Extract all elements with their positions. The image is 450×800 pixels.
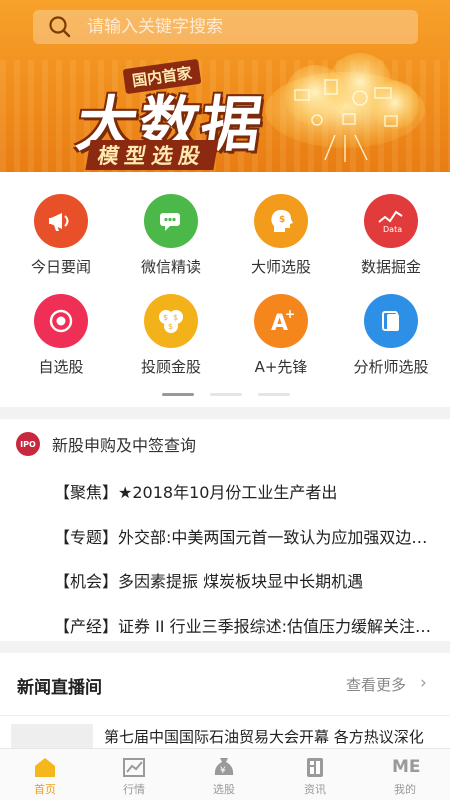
me-icon: ME <box>392 757 421 777</box>
tab-mine[interactable]: ME 我的 <box>375 755 435 797</box>
tab-label: 选股 <box>213 783 235 796</box>
tab-label: 我的 <box>394 783 416 796</box>
live-news-title: 新闻直播间 <box>17 678 102 698</box>
tab-label: 资讯 <box>304 783 326 796</box>
data-chart-icon: Data <box>364 194 418 248</box>
pager-dot[interactable] <box>210 393 242 396</box>
feature-label: 大师选股 <box>250 258 311 276</box>
search-bar[interactable] <box>33 10 418 44</box>
ipo-query-entry[interactable]: IPO 新股申购及中签查询 <box>16 432 196 456</box>
view-more-link[interactable]: 查看更多 <box>346 674 406 695</box>
search-icon <box>49 16 71 38</box>
news-item[interactable]: 【专题】外交部:中美两国元首一致认为应加强双边关系的讨论 <box>54 524 434 548</box>
separator <box>0 715 450 716</box>
live-news-headline[interactable]: 第七届中国国际石油贸易大会开幕 各方热议深化 <box>104 726 444 747</box>
tab-news[interactable]: 资讯 <box>285 755 345 797</box>
feature-a-plus-pioneer[interactable]: A + A+先锋 <box>226 294 336 377</box>
tab-home[interactable]: 首页 <box>15 755 75 797</box>
eye-icon <box>34 294 88 348</box>
ipo-title: 新股申购及中签查询 <box>52 436 197 455</box>
yen-bag-icon: ¥ <box>214 758 234 776</box>
tab-label: 行情 <box>123 783 145 796</box>
svg-text:$: $ <box>173 313 178 322</box>
promo-subtitle: 模型选股 <box>85 140 219 170</box>
svg-text:+: + <box>285 307 295 321</box>
pager-dot[interactable] <box>162 393 194 396</box>
tab-stock-picking[interactable]: ¥ 选股 <box>194 755 254 797</box>
trend-icon <box>123 758 145 777</box>
feature-label: 自选股 <box>38 358 84 376</box>
feature-analyst-picks[interactable]: 分析师选股 <box>336 294 446 377</box>
coins-icon: $ $ $ <box>144 294 198 348</box>
feature-watchlist[interactable]: 自选股 <box>6 294 116 377</box>
feature-advisor-stocks[interactable]: $ $ $ 投顾金股 <box>116 294 226 377</box>
home-icon <box>35 758 55 777</box>
feature-label: 微信精读 <box>140 258 201 276</box>
svg-text:$: $ <box>168 322 173 331</box>
feature-grid: 今日要闻 微信精读 $ 大师选股 Data 数据掘金 自选股 $ $ $ 投顾金… <box>0 172 450 407</box>
section-divider <box>0 641 450 653</box>
svg-text:$: $ <box>163 313 168 322</box>
svg-text:Data: Data <box>383 225 402 234</box>
feature-label: 投顾金股 <box>140 358 201 376</box>
data-cloud-illustration <box>265 53 425 162</box>
a-plus-icon: A + <box>254 294 308 348</box>
feature-label: 数据掘金 <box>360 258 421 276</box>
tab-market[interactable]: 行情 <box>104 755 164 797</box>
megaphone-icon <box>34 194 88 248</box>
notebook-icon <box>364 294 418 348</box>
feature-wechat-read[interactable]: 微信精读 <box>116 194 226 277</box>
feature-data-mining[interactable]: Data 数据掘金 <box>336 194 446 277</box>
feature-label: A+先锋 <box>254 358 308 376</box>
bottom-tab-bar: 首页 行情 ¥ 选股 资讯 ME 我的 <box>0 748 450 800</box>
svg-text:$: $ <box>279 215 285 225</box>
news-icon <box>307 758 323 777</box>
ipo-icon: IPO <box>16 432 40 456</box>
banner[interactable]: 国内首家 大数据 模型选股 <box>0 0 450 172</box>
head-icon: $ <box>254 194 308 248</box>
feature-label: 分析师选股 <box>353 358 429 376</box>
feature-today-news[interactable]: 今日要闻 <box>6 194 116 277</box>
news-item[interactable]: 【产经】证券 II 行业三季报综述:估值压力缓解关注市场变化 <box>54 613 434 637</box>
tab-label: 首页 <box>34 783 56 796</box>
chevron-right-icon[interactable]: › <box>420 673 427 693</box>
search-input[interactable] <box>87 12 387 42</box>
carousel-pager <box>0 393 450 397</box>
news-item[interactable]: 【机会】多因素提振 煤炭板块显中长期机遇 <box>54 568 434 592</box>
chat-icon <box>144 194 198 248</box>
news-thumbnail[interactable] <box>11 724 93 750</box>
section-divider <box>0 407 450 419</box>
news-item[interactable]: 【聚焦】★2018年10月份工业生产者出 <box>54 479 434 503</box>
pager-dot[interactable] <box>258 393 290 396</box>
feature-label: 今日要闻 <box>30 258 91 276</box>
svg-text:¥: ¥ <box>220 766 226 776</box>
feature-master-picks[interactable]: $ 大师选股 <box>226 194 336 277</box>
